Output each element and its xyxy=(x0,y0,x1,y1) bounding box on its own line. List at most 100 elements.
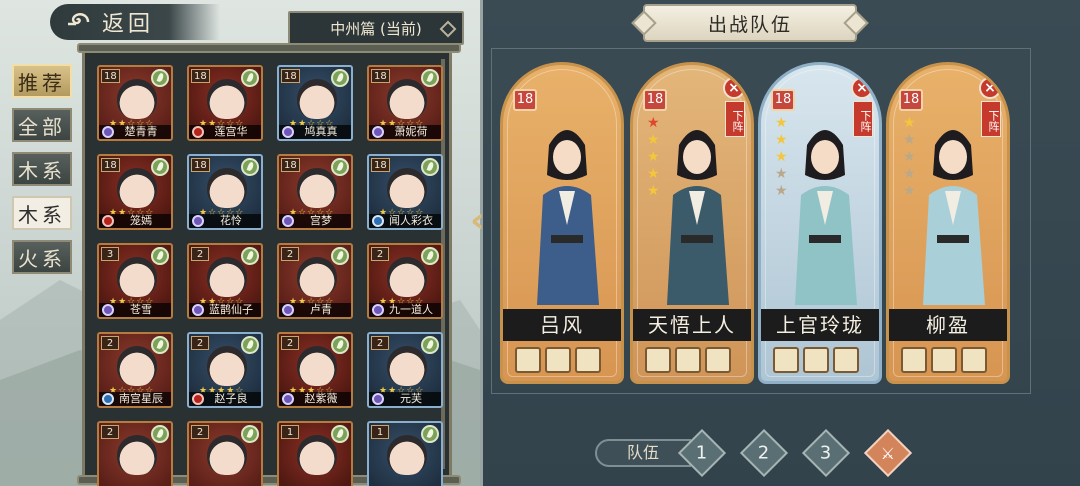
hero-card[interactable]: 1 xyxy=(277,421,353,486)
slot-hero-name: 柳盈 xyxy=(889,309,1007,341)
hero-level: 2 xyxy=(281,336,299,350)
team-slot-4[interactable]: 18 × 下阵 ★ ★ ★ ★ ★ 柳盈 xyxy=(886,62,1010,384)
hero-card[interactable]: 18 ★★☆☆☆ 萧妮荷 xyxy=(367,65,443,141)
wood-element-icon xyxy=(151,336,169,354)
accessory-slot-icon[interactable] xyxy=(705,347,731,373)
wood-element-icon xyxy=(331,247,349,265)
equipment-row xyxy=(773,347,859,373)
spiral-class-icon xyxy=(192,304,204,316)
hero-level: 2 xyxy=(191,425,209,439)
hero-card[interactable]: 2 ★☆☆☆☆ 南宫星辰 xyxy=(97,332,173,408)
team-1-label: 1 xyxy=(696,442,708,464)
wood-element-icon xyxy=(421,336,439,354)
hero-portrait xyxy=(117,257,157,297)
hero-card[interactable]: 18 ★★☆☆☆ 鸠真真 xyxy=(277,65,353,141)
filter-tabs: 推荐 全部 木系 木系 火系 xyxy=(12,64,74,284)
hero-level: 18 xyxy=(371,69,390,83)
wood-element-icon xyxy=(331,425,349,443)
accessory-slot-icon[interactable] xyxy=(575,347,601,373)
armor-slot-icon[interactable] xyxy=(803,347,829,373)
hero-card[interactable]: 18 ★☆☆☆☆ 花怜 xyxy=(187,154,263,230)
team-slot-1[interactable]: 18 吕风 xyxy=(500,62,624,384)
armor-slot-icon[interactable] xyxy=(675,347,701,373)
hero-card[interactable]: 3 ★★☆☆☆ 苍雪 xyxy=(97,243,173,319)
hero-level: 2 xyxy=(101,336,119,350)
roster-panel: 18 ★★☆☆☆ 楚青青 18 ★★☆☆☆ 莲宫华 18 ★★☆☆☆ 鸠真真 18 ★★☆☆☆ 萧妮荷… xyxy=(77,43,461,486)
team-1-button[interactable]: 1 xyxy=(677,428,727,478)
hero-level: 2 xyxy=(191,336,209,350)
tab-wood[interactable]: 木系 xyxy=(12,152,72,186)
chapter-selector[interactable]: 中州篇 (当前) xyxy=(288,11,464,45)
hero-portrait xyxy=(117,79,157,119)
back-button[interactable]: 返回 xyxy=(50,4,220,40)
team-2-button[interactable]: 2 xyxy=(739,428,789,478)
team-3-button[interactable]: 3 xyxy=(801,428,851,478)
hero-card[interactable]: 2 ★★☆☆☆ 九一道人 xyxy=(367,243,443,319)
hero-level: 2 xyxy=(371,336,389,350)
accessory-slot-icon[interactable] xyxy=(961,347,987,373)
fire-class-icon xyxy=(192,126,204,138)
weapon-slot-icon[interactable] xyxy=(515,347,541,373)
tab-fire[interactable]: 火系 xyxy=(12,240,72,274)
hero-card[interactable]: 2 xyxy=(187,421,263,486)
remove-close-icon[interactable]: × xyxy=(851,77,873,99)
hero-card[interactable]: 2 xyxy=(97,421,173,486)
hero-card[interactable]: 2 ★★★☆☆ 赵紫薇 xyxy=(277,332,353,408)
hero-card[interactable]: 18 ★★☆☆☆ 莲宫华 xyxy=(187,65,263,141)
hero-level: 18 xyxy=(101,158,120,172)
hero-card[interactable]: 18 ★☆☆☆☆ 闻人彩衣 xyxy=(367,154,443,230)
hero-level: 3 xyxy=(101,247,119,261)
armor-slot-icon[interactable] xyxy=(545,347,571,373)
hero-figure xyxy=(667,130,729,305)
collapse-arrow-icon[interactable]: ‹ xyxy=(470,200,485,241)
team-selector: 队伍 1 2 3 ⚔ xyxy=(595,428,915,478)
wood-element-icon xyxy=(151,425,169,443)
hero-card[interactable]: 2 ★★☆☆☆ 卢青 xyxy=(277,243,353,319)
slot-hero-name: 吕风 xyxy=(503,309,621,341)
hero-card[interactable]: 18 ★★☆☆☆ 笼嫣 xyxy=(97,154,173,230)
hero-card[interactable]: 18 ★★☆☆☆ 楚青青 xyxy=(97,65,173,141)
tab-recommended[interactable]: 推荐 xyxy=(12,64,72,98)
armor-slot-icon[interactable] xyxy=(931,347,957,373)
spiral-class-icon xyxy=(372,393,384,405)
team-slot-3[interactable]: 18 × 下阵 ★ ★ ★ ★ ★ 上官玲珑 xyxy=(758,62,882,384)
team-title: 出战队伍 xyxy=(707,13,792,36)
hero-figure xyxy=(795,130,857,305)
hero-portrait xyxy=(207,168,247,208)
hero-portrait xyxy=(297,168,337,208)
slot-hero-name: 上官玲珑 xyxy=(761,309,879,341)
tab-wood-selected[interactable]: 木系 xyxy=(12,196,72,230)
hero-card[interactable]: 2 ★★☆☆☆ 蓝鹊仙子 xyxy=(187,243,263,319)
hero-level: 18 xyxy=(371,158,390,172)
hero-card[interactable]: 1 xyxy=(367,421,443,486)
shield-class-icon xyxy=(102,393,114,405)
accessory-slot-icon[interactable] xyxy=(833,347,859,373)
tab-all[interactable]: 全部 xyxy=(12,108,72,142)
slot-level: 18 xyxy=(771,89,795,111)
remove-close-icon[interactable]: × xyxy=(723,77,745,99)
hero-card[interactable]: 18 ★☆☆☆☆ 宫梦 xyxy=(277,154,353,230)
weapon-slot-icon[interactable] xyxy=(901,347,927,373)
hero-level: 18 xyxy=(191,158,210,172)
weapon-slot-icon[interactable] xyxy=(773,347,799,373)
wood-element-icon xyxy=(151,69,169,87)
shield-class-icon xyxy=(372,215,384,227)
hero-level: 18 xyxy=(281,158,300,172)
hero-level: 18 xyxy=(191,69,210,83)
equipment-row xyxy=(645,347,731,373)
remove-close-icon[interactable]: × xyxy=(979,77,1001,99)
hero-portrait xyxy=(117,168,157,208)
hero-card[interactable]: 2 ★★★★☆ 赵子良 xyxy=(187,332,263,408)
wood-element-icon xyxy=(241,247,259,265)
team-selector-label: 队伍 xyxy=(595,439,691,467)
weapon-slot-icon[interactable] xyxy=(645,347,671,373)
team-slot-2[interactable]: 18 × 下阵 ★ ★ ★ ★ ★ 天悟上人 xyxy=(630,62,754,384)
wood-element-icon xyxy=(421,247,439,265)
hero-card[interactable]: 2 ★★☆☆☆ 元芙 xyxy=(367,332,443,408)
dropdown-diamond-icon xyxy=(439,20,457,38)
wood-element-icon xyxy=(151,247,169,265)
cloud-swirl-icon xyxy=(68,13,90,26)
hero-level: 1 xyxy=(371,425,389,439)
crossed-swords-icon[interactable]: ⚔ xyxy=(863,428,913,478)
wood-element-icon xyxy=(241,158,259,176)
